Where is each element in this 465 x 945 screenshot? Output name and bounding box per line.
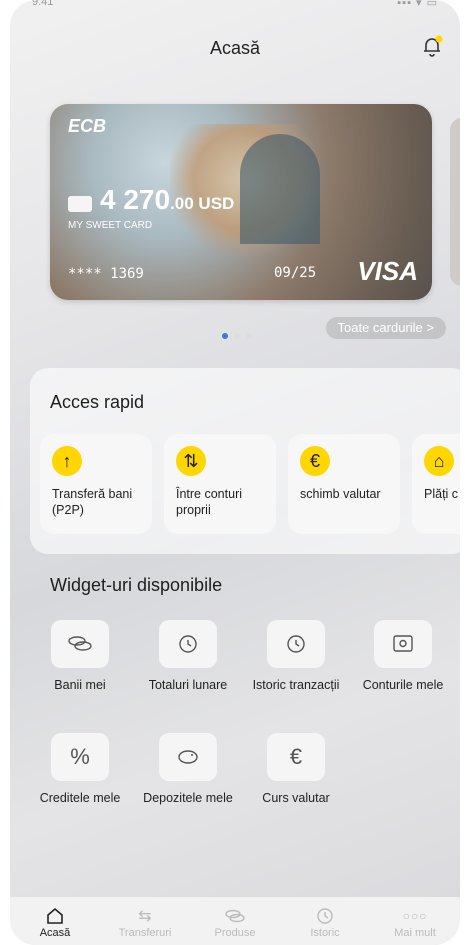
history-icon: [159, 620, 217, 668]
notification-bell-icon[interactable]: [420, 34, 444, 58]
swap-arrows-icon: ⇅: [176, 446, 206, 476]
card-number: **** 1369: [68, 266, 144, 282]
home-icon: [10, 905, 100, 927]
quick-action-bills[interactable]: ⌂ Plăți c factur: [412, 434, 460, 534]
next-card-peek[interactable]: [450, 118, 460, 286]
clock-icon: [280, 905, 370, 927]
tab-label: Transferuri: [118, 927, 172, 939]
visa-logo: VISA: [357, 256, 418, 286]
quick-action-p2p[interactable]: ↑ Transferă bani (P2P): [40, 434, 152, 534]
tab-label: Acasă: [39, 927, 71, 939]
percent-icon: %: [51, 733, 109, 781]
quick-access-title: Acces rapid: [50, 392, 145, 412]
widget-label: Conturile mele: [362, 678, 444, 692]
safe-icon: [374, 620, 432, 668]
all-cards-button[interactable]: Toate cardurile >: [325, 317, 446, 339]
widget-label: Curs valutar: [262, 791, 330, 805]
tab-products[interactable]: Produse: [190, 905, 280, 939]
arrow-up-icon: ↑: [52, 446, 82, 476]
quick-action-exchange[interactable]: € schimb valutar: [288, 434, 400, 534]
quick-action-label: Între conturi proprii: [176, 487, 243, 517]
transfer-icon: ⇆: [138, 908, 152, 925]
more-icon: ○○○: [402, 909, 428, 923]
tab-label: Istoric: [310, 927, 340, 939]
history-icon: [267, 620, 325, 668]
widget-transaction-history[interactable]: Istoric tranzacții: [246, 620, 346, 692]
tab-label: Mai mult: [394, 927, 436, 939]
quick-action-label: Transferă bani (P2P): [52, 487, 133, 517]
widget-label: Banii mei: [54, 678, 106, 692]
tab-home[interactable]: Acasă: [10, 905, 100, 939]
card-expiry: 09/25: [274, 265, 317, 281]
widget-my-deposits[interactable]: Depozitele mele: [138, 733, 238, 805]
card-name: MY SWEET CARD: [68, 220, 153, 231]
card-chip-icon: [68, 196, 92, 212]
home-icon: ⌂: [424, 446, 454, 476]
status-bar: 9:41 ▪▪▪ ▾ ▭: [10, 0, 460, 14]
tab-label: Produse: [214, 927, 256, 939]
widget-label: Totaluri lunare: [148, 678, 228, 692]
widget-exchange-rate[interactable]: € Curs valutar: [246, 733, 346, 805]
quick-action-label: schimb valutar: [300, 487, 381, 501]
status-indicators: ▪▪▪ ▾ ▭: [397, 0, 438, 9]
tab-history[interactable]: Istoric: [280, 905, 370, 939]
widgets-title: Widget-uri disponibile: [50, 575, 223, 595]
carousel-dots: [222, 326, 258, 344]
carousel-dot[interactable]: [234, 333, 240, 339]
quick-access-panel: Acces rapid ↑ Transferă bani (P2P) ⇅ Înt…: [30, 368, 460, 554]
bottom-tab-bar: Acasă ⇆ Transferuri Produse Istoric ○○○ …: [10, 897, 460, 945]
quick-action-label: Plăți c factur: [424, 487, 460, 501]
coins-icon: [190, 905, 280, 927]
quick-action-own-accounts[interactable]: ⇅ Între conturi proprii: [164, 434, 276, 534]
widget-my-accounts[interactable]: Conturile mele: [353, 620, 453, 692]
carousel-dot-active[interactable]: [222, 333, 228, 339]
card-balance: 4 270.00 USD: [100, 184, 234, 216]
page-title: Acasă: [209, 38, 261, 58]
widget-label: Istoric tranzacții: [252, 678, 340, 692]
widget-my-loans[interactable]: % Creditele mele: [30, 733, 130, 805]
widget-my-money[interactable]: Banii mei: [30, 620, 130, 692]
quick-access-row: ↑ Transferă bani (P2P) ⇅ Între conturi p…: [40, 434, 460, 538]
euro-icon: €: [267, 733, 325, 781]
balance-decimals: .00 USD: [170, 194, 235, 213]
status-time: 9:41: [32, 0, 54, 8]
app-screen: 9:41 ▪▪▪ ▾ ▭ Acasă ECB 4 270.00 USD MY S…: [10, 0, 460, 945]
piggy-bank-icon: [159, 733, 217, 781]
bank-logo: ECB: [68, 116, 107, 136]
coins-icon: [51, 620, 109, 668]
carousel-dot[interactable]: [246, 333, 252, 339]
tab-more[interactable]: ○○○ Mai mult: [370, 905, 460, 939]
euro-icon: €: [300, 446, 330, 476]
card-artwork-door: [240, 134, 320, 244]
widget-label: Creditele mele: [39, 791, 121, 805]
tab-transfers[interactable]: ⇆ Transferuri: [100, 905, 190, 939]
widget-monthly-totals[interactable]: Totaluri lunare: [138, 620, 238, 692]
balance-integer: 4 270: [100, 184, 171, 215]
widget-label: Depozitele mele: [143, 791, 233, 805]
bank-card[interactable]: ECB 4 270.00 USD MY SWEET CARD **** 1369…: [50, 104, 432, 300]
